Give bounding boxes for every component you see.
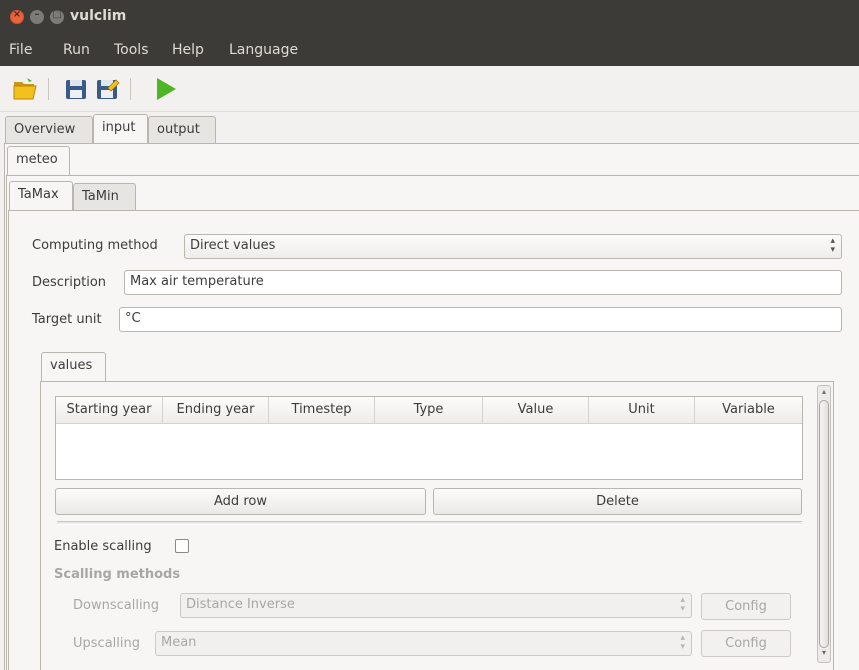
computing-method-label: Computing method <box>32 238 158 253</box>
downscalling-label: Downscalling <box>73 598 160 613</box>
tab-tamax[interactable]: TaMax <box>9 181 73 211</box>
enable-scalling-checkbox[interactable] <box>175 539 189 553</box>
tab-overview[interactable]: Overview <box>5 116 93 144</box>
splitter-handle[interactable] <box>57 521 802 525</box>
computing-method-select[interactable]: Direct values ▴ ▾ <box>184 234 842 259</box>
downscalling-config-button[interactable]: Config <box>701 593 791 620</box>
downscalling-select[interactable]: Distance Inverse ▴ ▾ <box>180 593 692 618</box>
close-window-icon[interactable]: × <box>10 9 24 24</box>
minimize-window-icon[interactable]: – <box>30 9 44 24</box>
select-arrows-icon: ▴ ▾ <box>830 236 835 255</box>
toolbar-separator <box>48 78 49 100</box>
upscalling-config-button[interactable]: Config <box>701 630 791 657</box>
target-unit-field[interactable]: °C <box>119 307 842 332</box>
save-icon[interactable] <box>63 76 89 102</box>
scalling-methods-title: Scalling methods <box>54 567 181 582</box>
upscalling-value: Mean <box>161 635 197 650</box>
column-header-starting-year[interactable]: Starting year <box>56 397 163 424</box>
description-field[interactable]: Max air temperature <box>124 270 842 295</box>
toolbar <box>0 66 859 112</box>
column-header-value[interactable]: Value <box>483 397 589 424</box>
column-header-variable[interactable]: Variable <box>695 397 802 424</box>
scroll-up-icon[interactable]: ▴ <box>818 387 830 396</box>
upscalling-label: Upscalling <box>73 636 140 651</box>
play-icon[interactable] <box>152 76 178 102</box>
column-header-unit[interactable]: Unit <box>589 397 695 424</box>
tab-values[interactable]: values <box>41 352 106 382</box>
vertical-scrollbar[interactable]: ▴ ▾ <box>817 385 831 663</box>
save-as-icon[interactable] <box>94 76 120 102</box>
description-label: Description <box>32 275 107 290</box>
upscalling-select[interactable]: Mean ▴ ▾ <box>155 631 692 656</box>
target-unit-label: Target unit <box>32 312 102 327</box>
menu-bar: File Run Tools Help Language <box>0 34 859 66</box>
menu-tools[interactable]: Tools <box>114 42 149 58</box>
tab-output[interactable]: output <box>148 116 216 144</box>
menu-help[interactable]: Help <box>172 42 204 58</box>
menu-run[interactable]: Run <box>63 42 90 58</box>
column-header-timestep[interactable]: Timestep <box>269 397 375 424</box>
tab-tamin[interactable]: TaMin <box>73 183 136 211</box>
window-title: vulclim <box>70 8 127 24</box>
select-arrows-icon: ▴ ▾ <box>680 595 685 614</box>
scroll-down-icon[interactable]: ▾ <box>818 648 830 657</box>
tab-meteo[interactable]: meteo <box>7 146 70 176</box>
tab-input[interactable]: input <box>93 114 148 144</box>
menu-language[interactable]: Language <box>229 42 298 58</box>
delete-button[interactable]: Delete <box>433 488 802 515</box>
menu-file[interactable]: File <box>9 42 32 58</box>
scrollbar-thumb[interactable] <box>819 400 829 648</box>
title-bar: × – □ vulclim <box>0 0 859 34</box>
values-table[interactable]: Starting year Ending year Timestep Type … <box>55 396 803 480</box>
downscalling-value: Distance Inverse <box>186 597 295 612</box>
column-header-type[interactable]: Type <box>375 397 483 424</box>
toolbar-separator <box>130 78 131 100</box>
select-arrows-icon: ▴ ▾ <box>680 633 685 652</box>
maximize-window-icon[interactable]: □ <box>50 9 64 24</box>
computing-method-value: Direct values <box>190 238 276 253</box>
add-row-button[interactable]: Add row <box>55 488 426 515</box>
enable-scalling-label: Enable scalling <box>54 539 152 554</box>
folder-open-icon[interactable] <box>12 76 38 102</box>
column-header-ending-year[interactable]: Ending year <box>163 397 269 424</box>
